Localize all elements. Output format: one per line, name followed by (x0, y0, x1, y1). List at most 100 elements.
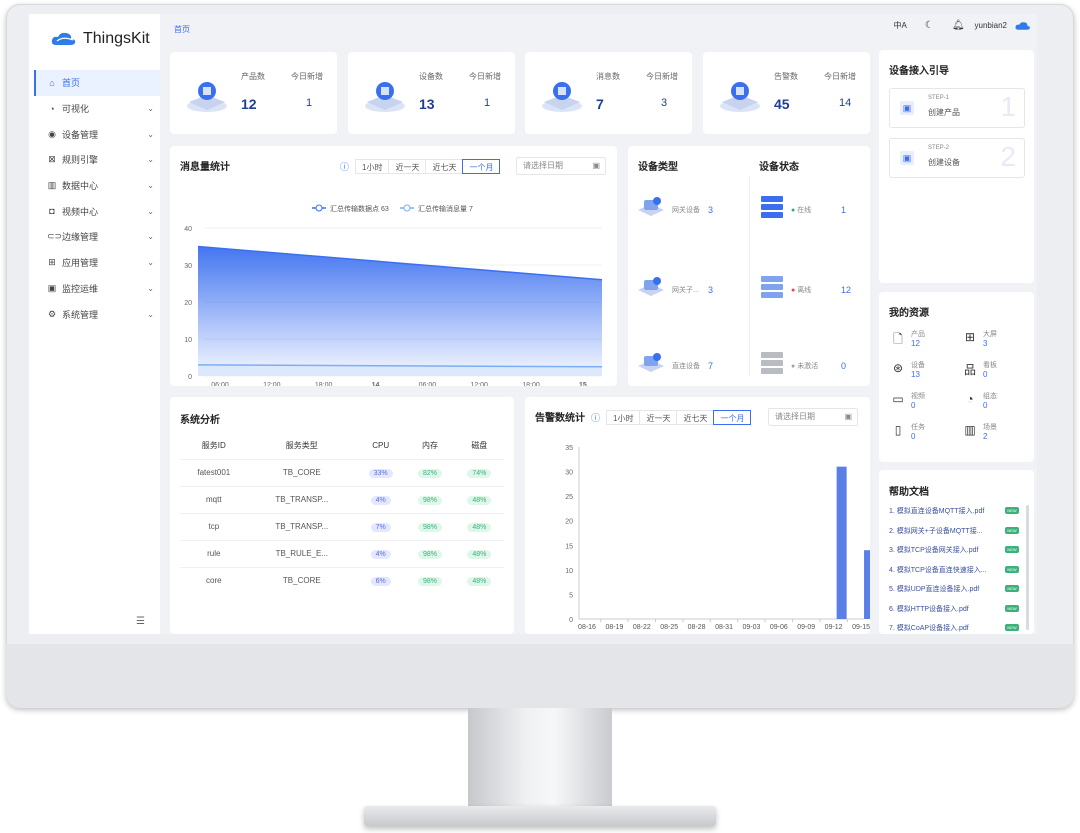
device-type-row[interactable]: 网关设备 3 (636, 194, 713, 225)
sidebar-item-9[interactable]: ⚙ 系统管理 ⌄ (34, 301, 160, 327)
new-badge: NEW (1005, 585, 1019, 592)
legend-label[interactable]: 汇总传输消息量 7 (418, 204, 473, 213)
help-doc-link[interactable]: 2. 模拟网关+子设备MQTT接... (889, 526, 1001, 536)
stat-card-2[interactable]: 消息数 今日新增 7 3 (525, 52, 692, 134)
resource-item-6[interactable]: ▯ 任务 0 (891, 423, 925, 442)
table-row[interactable]: mqtt TB_TRANSP... 4% 98% 48% (180, 485, 504, 513)
column-header[interactable]: CPU (356, 433, 405, 459)
resource-label: 设备 (911, 362, 925, 369)
sidebar-item-0[interactable]: ⌂ 首页 (34, 70, 160, 96)
help-icon[interactable]: ⓘ (591, 411, 600, 424)
table-row[interactable]: fatest001 TB_CORE 33% 82% 74% (180, 458, 504, 486)
nav-icon: ⚙ (47, 308, 57, 319)
device-type-icon (636, 194, 666, 225)
help-doc-link[interactable]: 3. 模拟TCP设备网关接入.pdf (889, 545, 1001, 555)
chevron-down-icon: ⌄ (147, 129, 154, 139)
sidebar-item-8[interactable]: ▣ 监控运维 ⌄ (34, 276, 160, 302)
resource-value: 2 (983, 432, 988, 441)
resource-item-0[interactable]: 🗋 产品 12 (891, 330, 925, 351)
help-doc-link[interactable]: 1. 模拟直连设备MQTT接入.pdf (889, 506, 1001, 516)
range-tab-1[interactable]: 近一天 (639, 410, 678, 425)
usage-badge: 48% (467, 549, 492, 559)
help-doc-link[interactable]: 6. 模拟HTTP设备接入.pdf (889, 604, 1001, 614)
sidebar-item-label: 设备管理 (62, 129, 99, 140)
range-tab-2[interactable]: 近七天 (425, 159, 464, 174)
sidebar-item-label: 边缘管理 (62, 232, 99, 243)
step-big-number: 2 (1000, 141, 1016, 172)
help-icon[interactable]: ⓘ (340, 160, 349, 173)
range-tab-3[interactable]: 一个月 (713, 410, 752, 425)
alarm-range-tabs: 1小时 近一天 近七天 一个月 (606, 410, 752, 425)
device-status-row[interactable]: ● 在线 1 (759, 194, 846, 225)
cell-text: TB_TRANSP... (275, 522, 329, 531)
sidebar-item-4[interactable]: ▥ 数据中心 ⌄ (34, 173, 160, 199)
username[interactable]: yunbian2 (975, 21, 1007, 30)
range-tab-3[interactable]: 一个月 (462, 159, 501, 174)
range-tab-0[interactable]: 1小时 (355, 159, 390, 174)
nav-icon: ▣ (47, 282, 57, 293)
guide-step-1[interactable]: ▣ STEP-1 创建产品 1 (889, 88, 1025, 128)
resource-item-3[interactable]: 品看板 0 (963, 361, 997, 380)
device-status-value: 0 (841, 360, 847, 371)
device-status-value: 1 (841, 204, 847, 215)
help-doc-link[interactable]: 4. 模拟TCP设备直连快速接入... (889, 565, 1001, 575)
alarm-date-picker[interactable]: 请选择日期 ▣ (768, 408, 858, 426)
alarm-bar[interactable] (836, 466, 847, 619)
table-cell: 33% (355, 458, 406, 486)
stat-card-0[interactable]: 产品数 今日新增 12 1 (170, 52, 337, 134)
range-tab-0[interactable]: 1小时 (606, 410, 641, 425)
x-tick-label: 08-16 (578, 624, 596, 631)
table-row[interactable]: core TB_CORE 6% 98% 48% (180, 566, 504, 594)
range-tab-1[interactable]: 近一天 (388, 159, 427, 174)
sidebar-item-1[interactable]: ◔ 可视化 ⌄ (34, 96, 160, 122)
column-header[interactable]: 服务ID (180, 433, 248, 459)
resource-icon: ⊞ (964, 330, 976, 344)
table-cell: 98% (405, 485, 455, 513)
collapse-sidebar-icon[interactable]: ☰ (136, 616, 145, 627)
device-status-row[interactable]: ● 未激活 0 (759, 350, 846, 381)
legend-label[interactable]: 汇总传输数据点 63 (330, 204, 389, 213)
breadcrumb[interactable]: 首页 (174, 24, 190, 35)
message-date-picker[interactable]: 请选择日期 ▣ (516, 157, 606, 175)
stat-card-3[interactable]: 告警数 今日新增 45 14 (703, 52, 870, 134)
resource-item-2[interactable]: ⊛ 设备 13 (891, 361, 925, 380)
avatar[interactable] (1015, 21, 1031, 31)
x-tick-label: 06:00 (211, 382, 229, 386)
table-row[interactable]: rule TB_RULE_E... 4% 98% 48% (180, 539, 504, 567)
scrollbar[interactable] (1026, 505, 1029, 630)
divider (749, 176, 750, 376)
legend-marker (403, 204, 411, 212)
range-tab-2[interactable]: 近七天 (676, 410, 715, 425)
column-header[interactable]: 服务类型 (248, 433, 356, 459)
sidebar-item-5[interactable]: ◘ 视频中心 ⌄ (34, 198, 160, 224)
stat-card-1[interactable]: 设备数 今日新增 13 1 (348, 52, 515, 134)
device-type-row[interactable]: 直连设备 7 (636, 350, 713, 381)
bell-icon[interactable]: 🔔︎ (952, 20, 965, 31)
device-status-row[interactable]: ● 离线 12 (759, 274, 851, 305)
language-icon[interactable]: 中A (894, 20, 907, 31)
table-cell: 4% (355, 539, 406, 567)
sidebar-item-2[interactable]: ◉ 设备管理 ⌄ (34, 121, 160, 147)
resource-item-1[interactable]: ⊞ 大屏 3 (963, 330, 997, 349)
moon-icon[interactable]: ☾ (925, 20, 934, 31)
sidebar-item-7[interactable]: ⊞ 应用管理 ⌄ (34, 250, 160, 276)
column-header[interactable]: 内存 (405, 433, 454, 459)
table-row[interactable]: tcp TB_TRANSP... 7% 98% 48% (180, 512, 504, 540)
sidebar-item-label: 可视化 (62, 104, 90, 115)
logo[interactable]: ThingsKit (51, 30, 150, 48)
sidebar-item-6[interactable]: ⊂⊃ 边缘管理 ⌄ (34, 224, 160, 250)
help-doc-link[interactable]: 5. 模拟UDP直连设备接入.pdf (889, 584, 1001, 594)
resource-text: 看板 0 (983, 361, 997, 380)
alarm-bar[interactable] (864, 550, 870, 619)
resource-item-5[interactable]: ◔ 组态 0 (963, 392, 997, 411)
resource-item-7[interactable]: ▥ 场景 2 (963, 423, 997, 442)
stat-today-value: 14 (839, 97, 852, 109)
stat-today-value: 1 (306, 97, 313, 109)
sidebar-item-3[interactable]: ⊠ 规则引擎 ⌄ (34, 147, 160, 173)
help-doc-link[interactable]: 7. 模拟CoAP设备接入.pdf (889, 623, 1001, 633)
device-type-row[interactable]: 网关子... 3 (636, 274, 713, 305)
resource-item-4[interactable]: ▭ 视频 0 (891, 392, 925, 411)
column-header[interactable]: 磁盘 (455, 433, 504, 459)
guide-step-2[interactable]: ▣ STEP-2 创建设备 2 (889, 138, 1025, 178)
usage-badge: 98% (417, 576, 442, 586)
